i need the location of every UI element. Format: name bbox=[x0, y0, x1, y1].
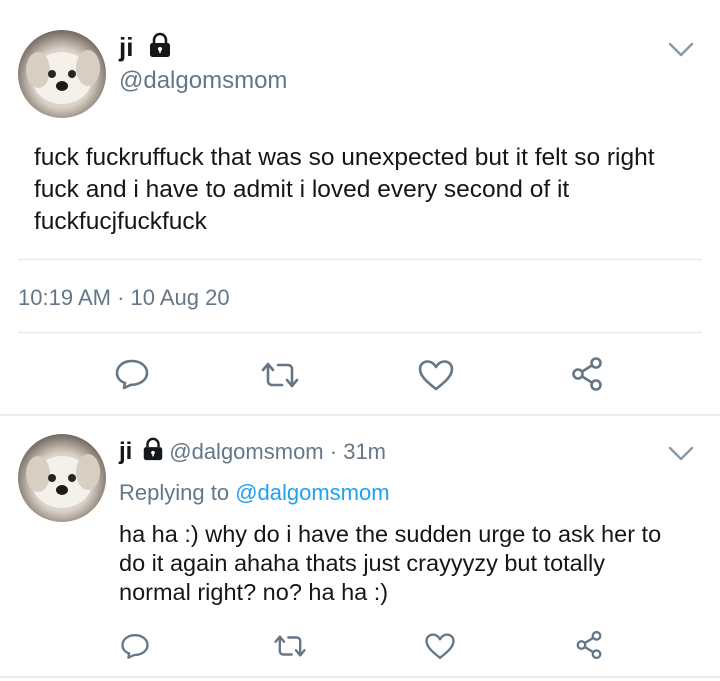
tweet-separator bbox=[0, 414, 720, 416]
divider bbox=[18, 259, 702, 260]
like-icon[interactable] bbox=[417, 359, 455, 391]
chevron-down-icon[interactable] bbox=[668, 446, 694, 462]
avatar[interactable] bbox=[18, 30, 106, 118]
tweet-timestamp[interactable]: 10:19 AM · 10 Aug 20 bbox=[18, 284, 230, 312]
separator-dot: · bbox=[323, 439, 344, 464]
divider bbox=[0, 676, 720, 678]
share-icon[interactable] bbox=[569, 356, 605, 392]
share-icon[interactable] bbox=[574, 630, 604, 660]
retweet-icon[interactable] bbox=[273, 634, 307, 658]
replying-to-link[interactable]: @dalgomsmom bbox=[235, 480, 389, 505]
author-name[interactable]: ji bbox=[119, 438, 132, 465]
tweet-text: fuck fuckruffuck that was so unexpected … bbox=[34, 144, 655, 235]
retweet-icon[interactable] bbox=[260, 361, 300, 389]
author-name[interactable]: ji bbox=[119, 32, 133, 62]
like-icon[interactable] bbox=[424, 632, 456, 660]
tweet-text: ha ha :) why do i have the sudden urge t… bbox=[119, 521, 662, 605]
reply-icon[interactable] bbox=[120, 632, 150, 660]
avatar[interactable] bbox=[18, 434, 106, 522]
author-handle[interactable]: @dalgomsmom bbox=[119, 66, 287, 96]
lock-icon bbox=[141, 437, 165, 472]
replying-to-label: Replying to bbox=[119, 480, 236, 505]
divider bbox=[18, 332, 702, 333]
author-handle[interactable]: @dalgomsmom bbox=[169, 439, 323, 464]
chevron-down-icon[interactable] bbox=[668, 42, 694, 58]
reply-icon[interactable] bbox=[114, 358, 150, 390]
lock-icon bbox=[147, 32, 173, 66]
tweet-age[interactable]: 31m bbox=[343, 439, 386, 464]
